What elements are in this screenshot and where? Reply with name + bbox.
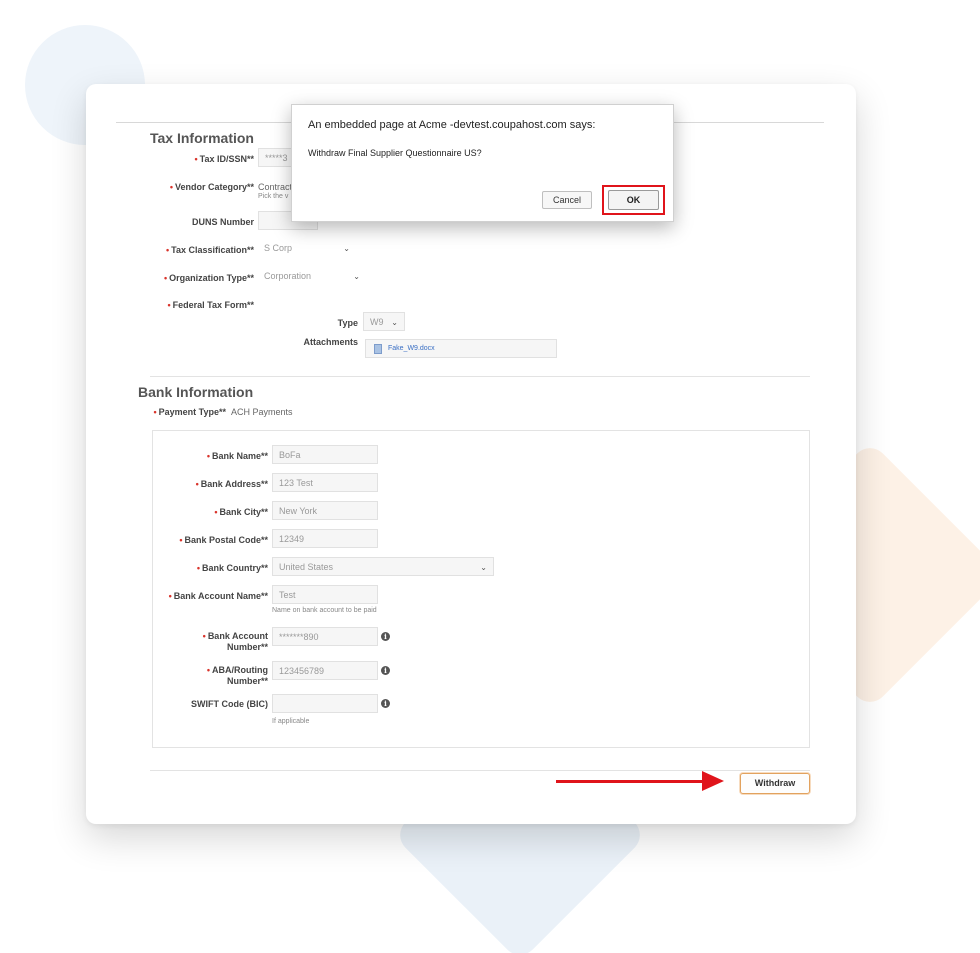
vendor-category-hint: Pick the v [258,193,289,200]
attachments-label: Attachments [303,337,358,347]
withdraw-button[interactable]: Withdraw [740,773,810,794]
bank-address-label: • Bank Address** [195,479,268,489]
dialog-message: Withdraw Final Supplier Questionnaire US… [308,148,482,158]
bank-account-name-field[interactable]: Test [272,585,378,604]
chevron-down-icon: ⌄ [391,318,398,327]
attachment-box: Fake_W9.docx [365,339,557,358]
vendor-category-label: • Vendor Category** [169,182,254,192]
type-label: Type [337,318,358,328]
section-divider [150,376,810,377]
tax-classification-value: S Corp [264,243,293,253]
swift-code-label: SWIFT Code (BIC) [191,699,268,709]
organization-type-value: Corporation [264,271,312,281]
confirm-dialog: An embedded page at Acme -devtest.coupah… [291,104,674,222]
type-select[interactable]: W9 ⌄ [363,312,405,331]
bank-account-number-label: • Bank Account Number** [202,631,268,652]
bank-postal-code-label: • Bank Postal Code** [179,535,268,545]
bank-section-title: Bank Information [138,384,254,400]
bank-country-select[interactable]: United States ⌄ [272,557,494,576]
bank-account-name-label: • Bank Account Name** [168,591,268,601]
annotation-arrow-line [556,780,706,783]
ok-button-highlight: OK [602,185,665,215]
bank-country-value: United States [279,562,334,572]
bank-country-label: • Bank Country** [196,563,268,573]
document-icon [374,344,382,354]
aba-routing-number-field[interactable]: 123456789 [272,661,378,680]
attachment-file-link[interactable]: Fake_W9.docx [388,345,435,352]
ok-button[interactable]: OK [608,190,659,210]
annotation-arrow-head [702,771,724,791]
payment-type-value: ACH Payments [231,407,293,417]
tax-section-title: Tax Information [150,130,254,146]
bank-address-field[interactable]: 123 Test [272,473,378,492]
tax-classification-select[interactable]: S Corp ⌄ [258,239,356,258]
bank-postal-code-field[interactable]: 12349 [272,529,378,548]
aba-routing-number-label: • ABA/Routing Number** [206,665,268,686]
type-value: W9 [370,317,384,327]
cancel-button[interactable]: Cancel [542,191,592,209]
dialog-title: An embedded page at Acme -devtest.coupah… [308,119,596,131]
supplier-form-card: Tax Information • Tax ID/SSN** *****3 • Ve… [86,84,856,824]
chevron-down-icon: ⌄ [353,272,360,281]
duns-label: DUNS Number [191,217,254,227]
info-icon[interactable]: i [381,666,390,675]
vendor-category-value: Contract [258,182,293,192]
bank-name-field[interactable]: BoFa [272,445,378,464]
tax-classification-label: • Tax Classification** [165,245,254,255]
chevron-down-icon: ⌄ [480,563,487,572]
organization-type-label: • Organization Type** [163,273,254,283]
info-icon[interactable]: i [381,699,390,708]
swift-code-hint: If applicable [272,718,310,725]
bank-name-label: • Bank Name** [206,451,268,461]
swift-code-field[interactable] [272,694,378,713]
federal-tax-form-label: • Federal Tax Form** [167,300,254,310]
tax-id-label: • Tax ID/SSN** [194,154,254,164]
bank-account-name-hint: Name on bank account to be paid [272,607,377,614]
chevron-down-icon: ⌄ [343,244,350,253]
bank-city-label: • Bank City** [214,507,268,517]
payment-type-label: • Payment Type** [153,407,226,417]
bank-account-number-field[interactable]: *******890 [272,627,378,646]
info-icon[interactable]: i [381,632,390,641]
organization-type-select[interactable]: Corporation ⌄ [258,267,366,286]
bank-city-field[interactable]: New York [272,501,378,520]
